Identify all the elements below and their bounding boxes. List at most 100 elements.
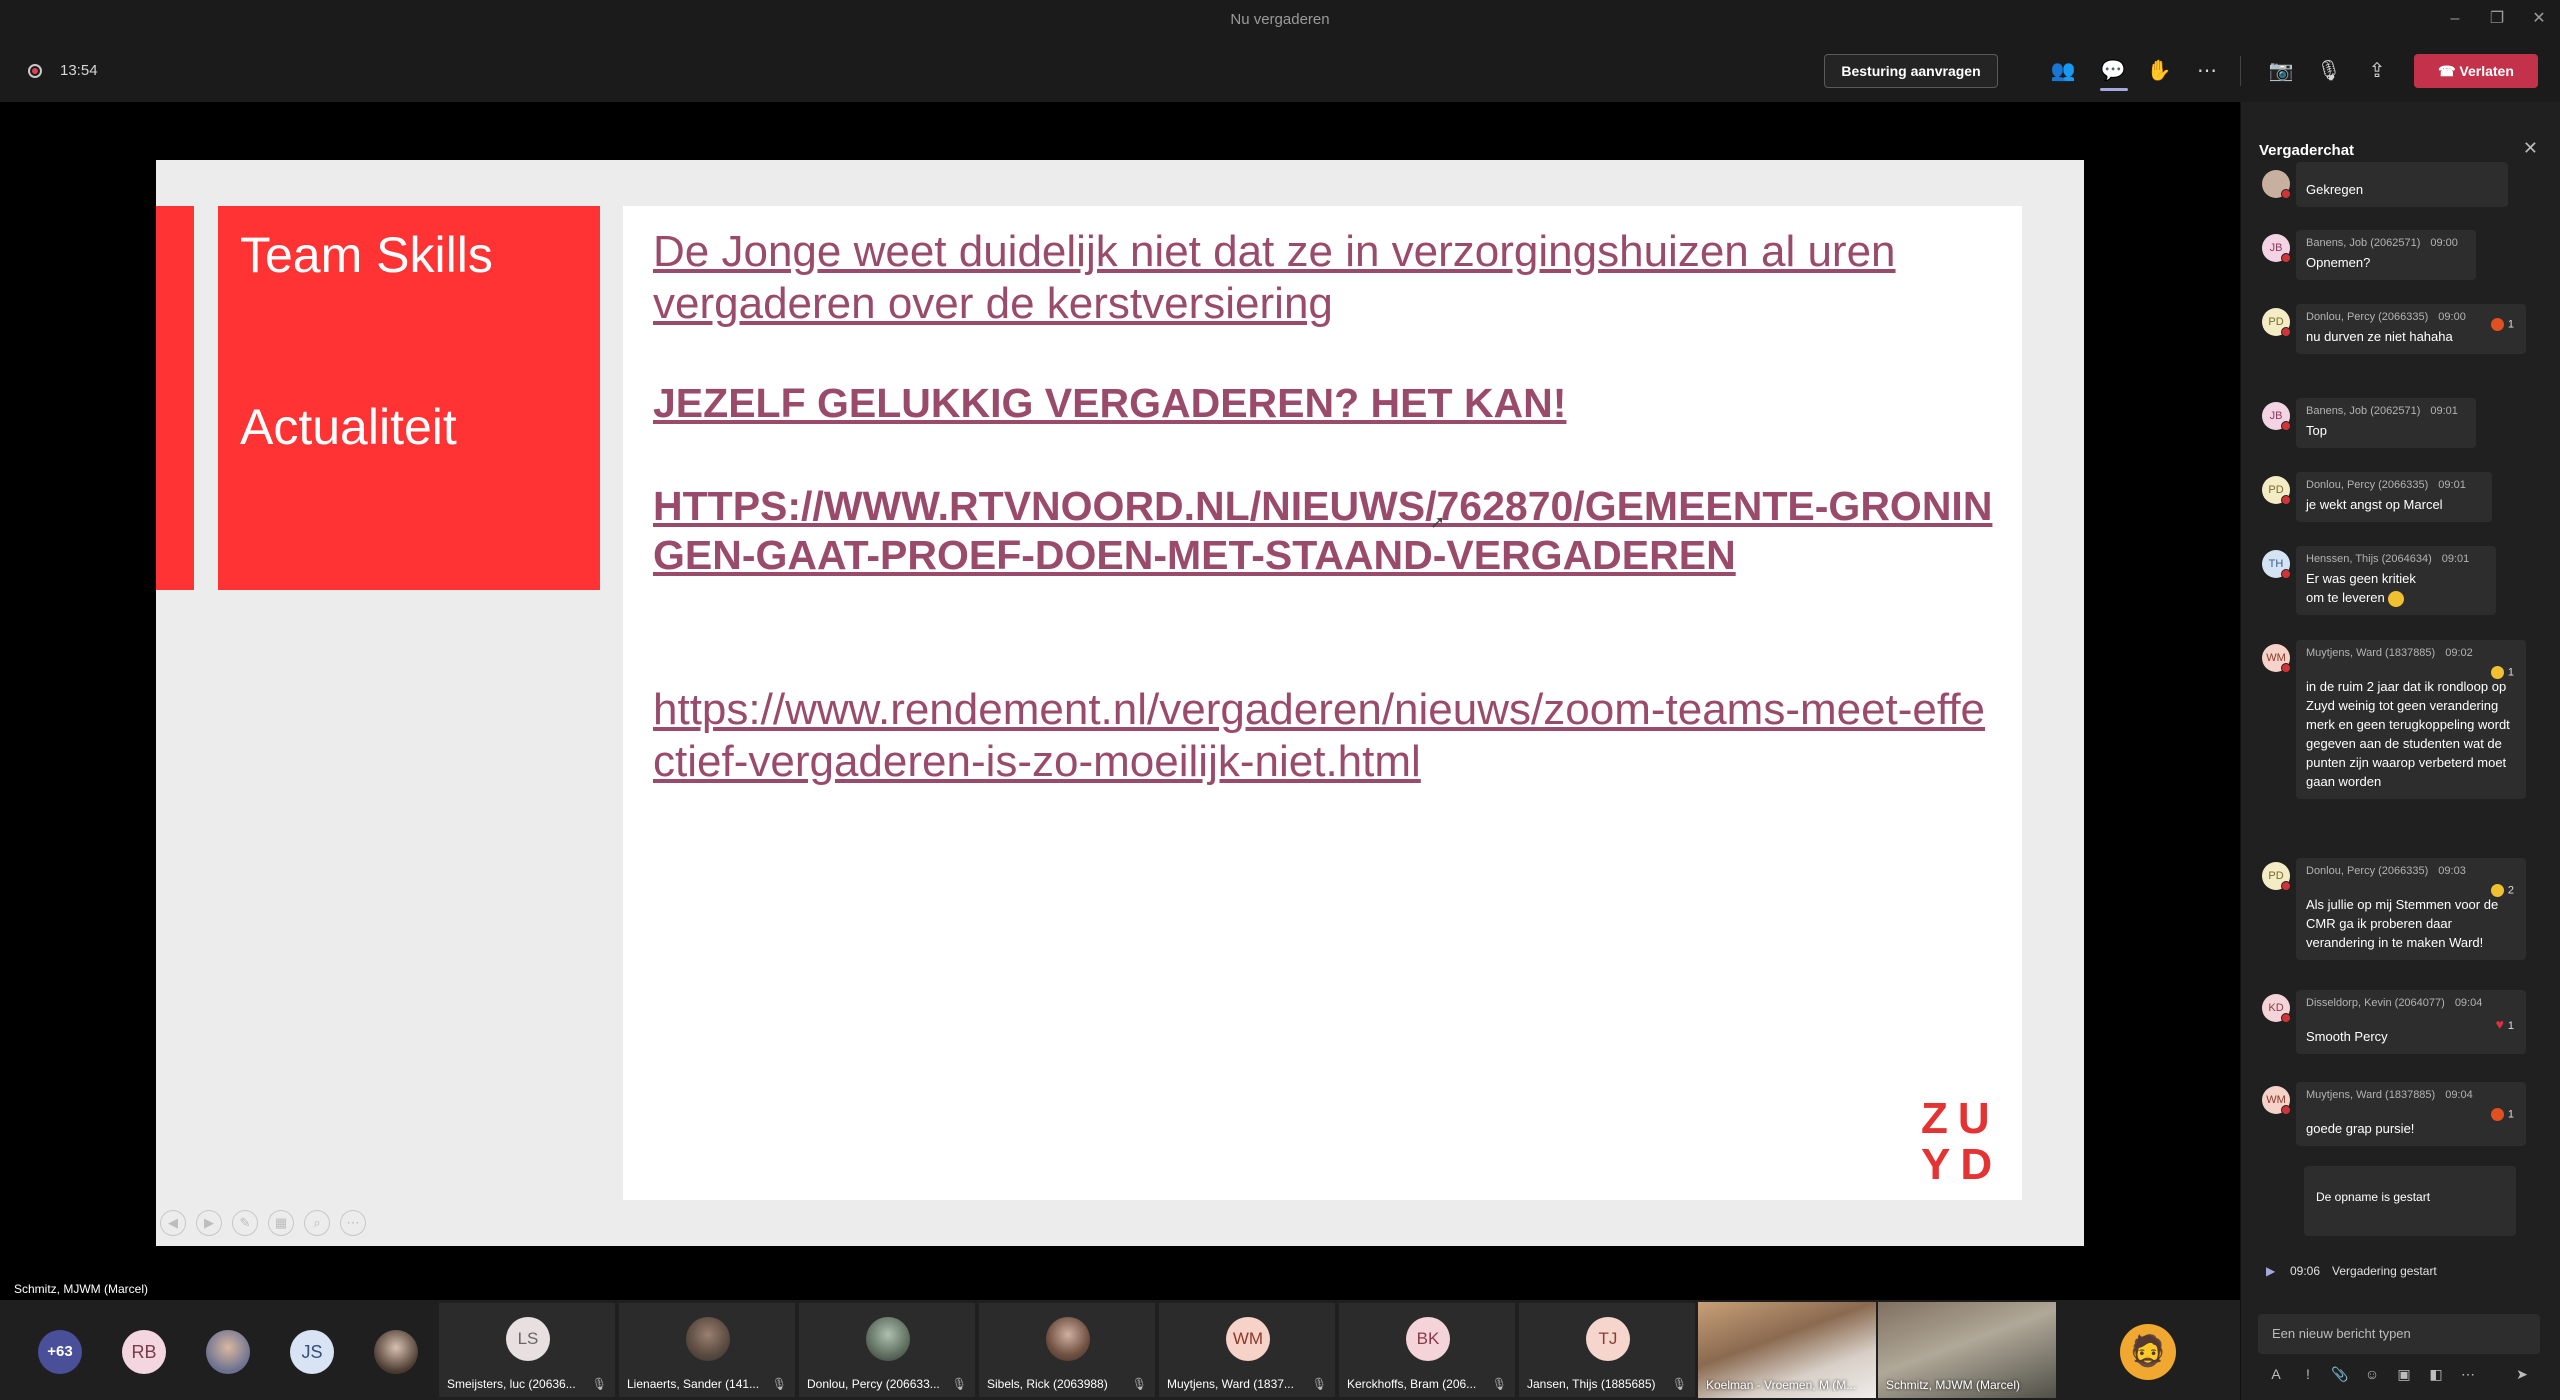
chat-avatar: WM (2262, 644, 2291, 673)
reaction-count: 2 (2507, 884, 2514, 897)
emoji-avatar-icon[interactable]: 🧔 (2120, 1324, 2176, 1380)
chat-text: nu durven ze niet hahaha (2306, 329, 2453, 344)
next-slide-icon[interactable]: ▶ (196, 1210, 222, 1236)
chat-text: Als jullie op mij Stemmen voor de CMR ga… (2306, 897, 2499, 950)
laugh-emoji-icon (2490, 884, 2504, 897)
chat-author: Muytjens, Ward (1837885) (2306, 647, 2436, 659)
slide-text-1[interactable]: De Jonge weet duidelijk niet dat ze in v… (653, 226, 1993, 330)
avatar-photo[interactable] (206, 1330, 250, 1374)
close-chat-icon[interactable]: ✕ (2523, 138, 2538, 159)
reaction-heart[interactable]: ♥ 1 (2496, 1016, 2514, 1032)
pen-icon[interactable]: ✎ (232, 1210, 258, 1236)
chat-author: Henssen, Thijs (2064634) (2306, 553, 2432, 565)
reaction-angry[interactable]: 1 (2490, 318, 2514, 331)
previous-slide-icon[interactable]: ◀ (160, 1210, 186, 1236)
laugh-emoji-icon (2490, 666, 2504, 679)
participant-name: Koelman - Vroemen, M (M... (1706, 1378, 1857, 1392)
chat-bubble: Banens, Job (2062571) 09:00 Opnemen? (2296, 230, 2476, 280)
avatar[interactable]: JS (290, 1330, 334, 1374)
request-control-button[interactable]: Besturing aanvragen (1824, 54, 1998, 88)
mouse-cursor-icon: ➚ (1430, 512, 1446, 532)
chat-text: Er was geen kritiek om te leveren (2306, 569, 2436, 607)
close-window-icon[interactable]: ✕ (2524, 6, 2554, 32)
avatar-photo[interactable] (374, 1330, 418, 1374)
leave-button[interactable]: ☎ Verlaten (2414, 54, 2538, 88)
recording-icon (28, 64, 42, 78)
sticker-icon[interactable]: ◧ (2424, 1366, 2448, 1383)
meeting-started-notice: ▶ 09:06 Vergadering gestart (2266, 1264, 2437, 1278)
reaction-angry[interactable]: 1 (2490, 1108, 2514, 1121)
format-icon[interactable]: A (2264, 1366, 2288, 1382)
participant-tile[interactable]: Donlou, Percy (206633... 🎙 (798, 1302, 976, 1398)
participants-icon[interactable]: 👥 (2048, 56, 2078, 86)
more-participants-badge[interactable]: +63 (38, 1330, 82, 1374)
participant-video-tile[interactable]: Schmitz, MJWM (Marcel) (1878, 1302, 2056, 1398)
mic-muted-icon: 🎙 (1671, 1377, 1687, 1391)
participant-name: Jansen, Thijs (1885685) (1527, 1377, 1656, 1391)
chat-avatar: KD (2262, 994, 2291, 1023)
mic-muted-icon: 🎙 (771, 1377, 787, 1391)
chat-text: goede grap pursie! (2306, 1121, 2415, 1136)
participant-avatar: LS (506, 1317, 550, 1361)
chat-avatar: PD (2262, 476, 2291, 505)
slides-grid-icon[interactable]: ▦ (268, 1210, 294, 1236)
chat-icon[interactable]: 💬 (2098, 56, 2128, 86)
chat-meta: Banens, Job (2062571) 09:01 (2306, 405, 2464, 417)
participant-name: Schmitz, MJWM (Marcel) (1886, 1378, 2020, 1392)
slide-more-icon[interactable]: ⋯ (340, 1210, 366, 1236)
participant-tile[interactable]: Lienaerts, Sander (141... 🎙 (618, 1302, 796, 1398)
participant-tile[interactable]: Sibels, Rick (2063988) 🎙 (978, 1302, 1156, 1398)
chat-bubble: Henssen, Thijs (2064634) 09:01 Er was gee… (2296, 546, 2496, 615)
emoji-icon[interactable]: ☺ (2360, 1366, 2384, 1382)
zuyd-logo-line-1: ZU (1921, 1094, 2000, 1143)
raise-hand-icon[interactable]: ✋ (2144, 56, 2174, 86)
important-icon[interactable]: ! (2296, 1366, 2320, 1382)
reaction-laugh[interactable]: 1 (2490, 666, 2514, 679)
chat-text: Top (2306, 423, 2327, 438)
chat-author: Banens, Job (2062571) (2306, 405, 2421, 417)
participant-tile[interactable]: BK Kerckhoffs, Bram (206... 🎙 (1338, 1302, 1516, 1398)
chat-meta: Disseldorp, Kevin (2064077) 09:04 (2306, 997, 2514, 1009)
participant-name: Donlou, Percy (206633... (807, 1377, 940, 1391)
chat-time: 09:01 (2438, 479, 2466, 491)
chat-text: Gekregen (2306, 182, 2364, 197)
mic-off-icon[interactable]: 🎙 (2314, 56, 2344, 86)
phone-hangup-icon: ☎ (2438, 63, 2460, 79)
chat-meta: Donlou, Percy (2066335) 09:01 (2306, 479, 2480, 491)
chat-message-input[interactable]: Een nieuw bericht typen (2258, 1314, 2540, 1354)
attach-icon[interactable]: 📎 (2328, 1366, 2352, 1383)
participant-tile[interactable]: TJ Jansen, Thijs (1885685) 🎙 (1518, 1302, 1696, 1398)
chat-active-indicator (2100, 88, 2128, 91)
slide-link-rendement[interactable]: https://www.rendement.nl/vergaderen/nieu… (653, 684, 1993, 788)
chat-meta: Muytjens, Ward (1837885) 09:04 (2306, 1089, 2514, 1101)
chat-message: Gekregen (2262, 162, 2522, 212)
share-screen-icon[interactable]: ⇪ (2362, 56, 2392, 86)
chat-bubble: Disseldorp, Kevin (2064077) 09:04 Smooth … (2296, 990, 2526, 1054)
more-options-icon[interactable]: ⋯ (2192, 56, 2222, 86)
title-bar: Nu vergaderen – ❐ ✕ (0, 0, 2560, 38)
minimize-icon[interactable]: – (2440, 6, 2470, 32)
participant-video-tile[interactable]: Koelman - Vroemen, M (M... (1698, 1302, 1876, 1398)
send-icon[interactable]: ➤ (2510, 1366, 2534, 1383)
camera-off-icon[interactable]: 📷 (2266, 56, 2296, 86)
slide-title-actualiteit: Actualiteit (240, 399, 457, 455)
chat-author: Donlou, Percy (2066335) (2306, 479, 2429, 491)
restore-icon[interactable]: ❐ (2482, 6, 2512, 32)
chat-meta: Donlou, Percy (2066335) 09:03 (2306, 865, 2514, 877)
zoom-icon[interactable]: ⌕ (304, 1210, 330, 1236)
reaction-laugh[interactable]: 2 (2490, 884, 2514, 897)
participant-tile[interactable]: LS Smeijsters, luc (20636... 🎙 (438, 1302, 616, 1398)
slide-text-2[interactable]: JEZELF GELUKKIG VERGADEREN? HET KAN! (653, 380, 1566, 427)
gif-icon[interactable]: ▣ (2392, 1366, 2416, 1383)
chat-meta: Muytjens, Ward (1837885) 09:02 (2306, 647, 2514, 659)
avatar[interactable]: RB (122, 1330, 166, 1374)
participant-tile[interactable]: WM Muytjens, Ward (1837... 🎙 (1158, 1302, 1336, 1398)
more-compose-icon[interactable]: ⋯ (2456, 1366, 2480, 1383)
chat-text: Opnemen? (2306, 255, 2371, 270)
chat-meta: Henssen, Thijs (2064634) 09:01 (2306, 553, 2484, 565)
participant-avatar: BK (1406, 1317, 1450, 1361)
chat-bubble: Muytjens, Ward (1837885) 09:02 in de ruim… (2296, 640, 2526, 799)
participant-name: Kerckhoffs, Bram (206... (1347, 1377, 1477, 1391)
chat-avatar: JB (2262, 402, 2291, 431)
slide-link-rtvnoord[interactable]: HTTPS://WWW.RTVNOORD.NL/NIEUWS/762870/GE… (653, 482, 2013, 580)
